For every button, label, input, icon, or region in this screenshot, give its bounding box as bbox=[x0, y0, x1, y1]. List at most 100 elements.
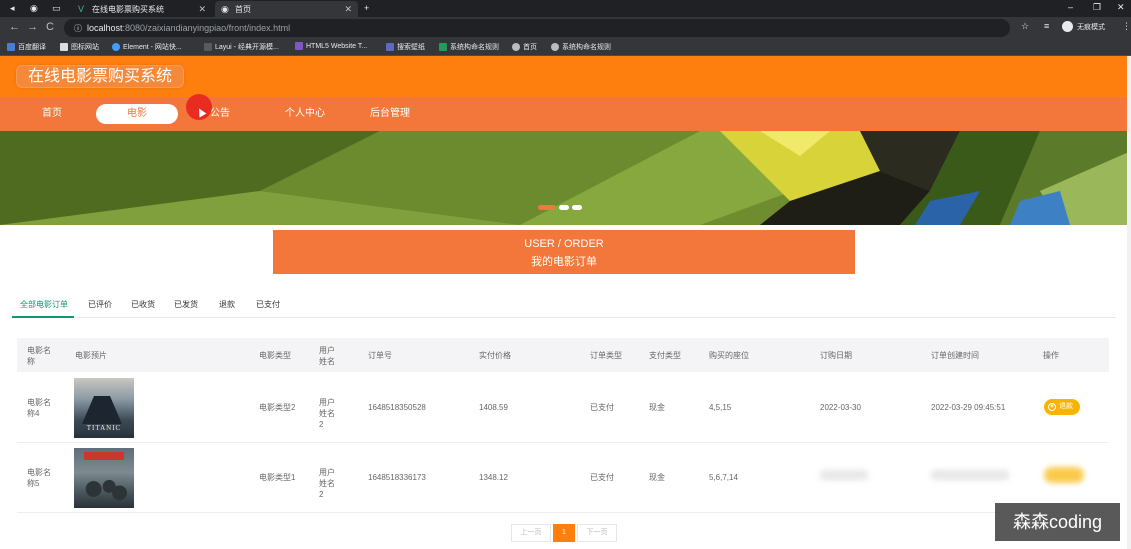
column-header: 实付价格 bbox=[479, 351, 511, 360]
cell-order-no: 1648518350528 bbox=[368, 403, 426, 412]
minimize-icon[interactable]: – bbox=[1068, 2, 1073, 12]
bookmark-item[interactable]: 搜索壁纸 bbox=[386, 42, 425, 52]
cell-user-name: 用户姓名2 bbox=[319, 468, 335, 499]
tab-list-icon[interactable]: ▭ bbox=[52, 3, 61, 14]
forward-icon[interactable]: → bbox=[27, 21, 38, 33]
column-header: 订单类型 bbox=[590, 351, 622, 360]
html5-logo-icon bbox=[295, 42, 303, 50]
star-icon[interactable]: ☆ bbox=[1021, 21, 1029, 32]
bookmark-label: 百度翻译 bbox=[18, 44, 46, 51]
flag-icon bbox=[60, 43, 68, 51]
nav-admin[interactable]: 后台管理 bbox=[362, 97, 418, 131]
column-header: 操作 bbox=[1043, 351, 1059, 360]
tab-paid[interactable]: 已支付 bbox=[256, 296, 280, 318]
cell-order-type: 已支付 bbox=[590, 403, 614, 412]
carousel-dot[interactable] bbox=[538, 205, 556, 210]
layui-logo-icon bbox=[204, 43, 212, 51]
address-bar-row: ← → C ⓘ localhost :8080/zaixiandianyingp… bbox=[0, 17, 1131, 39]
cell-pay-type: 现金 bbox=[649, 403, 665, 412]
bookmark-item[interactable]: 首页 bbox=[512, 42, 537, 52]
translate-icon bbox=[7, 43, 15, 51]
bookmark-item[interactable]: 系统构命名规则 bbox=[551, 42, 611, 52]
poster-title: TITANIC bbox=[86, 424, 122, 432]
reload-icon[interactable]: C bbox=[46, 21, 54, 33]
nav-movies[interactable]: 电影 bbox=[96, 104, 178, 124]
cell-pay-type: 现金 bbox=[649, 473, 665, 482]
tab-all-orders[interactable]: 全部电影订单 bbox=[12, 296, 74, 318]
page-number-button[interactable]: 1 bbox=[553, 524, 575, 542]
profile-label: 无痕模式 bbox=[1077, 23, 1105, 31]
cell-movie-name: 电影名称5 bbox=[27, 468, 51, 488]
bookmark-item[interactable]: Layui - 经典开源模... bbox=[204, 42, 279, 52]
bookmark-label: 图标网站 bbox=[71, 44, 99, 51]
banner-carousel[interactable] bbox=[0, 131, 1131, 225]
refund-button-label: 退款 bbox=[1059, 403, 1073, 410]
wallpaper-icon bbox=[386, 43, 394, 51]
column-header: 购买的座位 bbox=[709, 351, 749, 360]
bookmark-item[interactable]: 百度翻译 bbox=[7, 42, 46, 52]
next-page-button[interactable]: 下一页 bbox=[577, 524, 617, 542]
order-header-cn: 我的电影订单 bbox=[531, 256, 597, 268]
back-icon[interactable]: ← bbox=[9, 21, 20, 33]
table-header: 电影名称 电影预片 电影类型 用户姓名 订单号 实付价格 订单类型 支付类型 购… bbox=[17, 338, 1109, 372]
tab-reviewed[interactable]: 已评价 bbox=[88, 296, 112, 318]
reading-list-icon[interactable]: ≡ bbox=[1044, 21, 1049, 31]
column-header: 用户姓名 bbox=[319, 346, 335, 366]
cell-created-time-blurred bbox=[931, 470, 1009, 480]
tab-shipped[interactable]: 已发货 bbox=[174, 296, 198, 318]
site-title[interactable]: 在线电影票购买系统 bbox=[16, 65, 185, 88]
close-tab-icon[interactable]: ✕ bbox=[198, 4, 206, 15]
nav-home[interactable]: 首页 bbox=[30, 97, 74, 131]
main-nav: 首页 电影 公告 个人中心 后台管理 bbox=[0, 97, 1131, 131]
browser-tab-2[interactable]: ◉ 首页 ✕ bbox=[215, 1, 358, 17]
cell-created-time: 2022-03-29 09:45:51 bbox=[931, 403, 1006, 412]
site-header: 在线电影票购买系统 bbox=[0, 56, 1131, 97]
cell-movie-name: 电影名称4 bbox=[27, 398, 51, 418]
bookmark-item[interactable]: Element - 网站快... bbox=[112, 42, 182, 52]
nav-personal-center[interactable]: 个人中心 bbox=[278, 97, 332, 131]
tab-received[interactable]: 已收货 bbox=[131, 296, 155, 318]
browser-tab-title: 首页 bbox=[235, 4, 251, 14]
bookmark-label: HTML5 Website T... bbox=[306, 42, 368, 50]
refund-icon: ¥ bbox=[1048, 403, 1056, 411]
movie-poster[interactable] bbox=[74, 448, 134, 508]
cell-price: 1348.12 bbox=[479, 473, 508, 482]
refund-button[interactable]: ¥ 退款 bbox=[1044, 399, 1080, 415]
close-tab-icon[interactable]: ✕ bbox=[344, 4, 352, 15]
carousel-dot[interactable] bbox=[559, 205, 569, 210]
restore-icon[interactable]: ❐ bbox=[1093, 2, 1101, 13]
pagination: 上一页 1 下一页 bbox=[511, 524, 617, 542]
column-header: 订单创建时间 bbox=[931, 351, 979, 360]
back-history-icon[interactable]: ◂ bbox=[10, 3, 15, 14]
browser-tab-1[interactable]: V 在线电影票购买系统 ✕ bbox=[72, 1, 212, 17]
incognito-profile[interactable]: 无痕模式 bbox=[1062, 21, 1105, 32]
more-menu-icon[interactable]: ⋮ bbox=[1122, 21, 1131, 32]
bookmark-item[interactable]: HTML5 Website T... bbox=[295, 42, 367, 50]
page-scrollbar[interactable] bbox=[1127, 56, 1131, 549]
cell-price: 1408.59 bbox=[479, 403, 508, 412]
close-window-icon[interactable]: ✕ bbox=[1117, 2, 1125, 13]
bookmark-item[interactable]: 系统构命名规则 bbox=[439, 42, 499, 52]
url-input[interactable]: ⓘ localhost :8080/zaixiandianyingpiao/fr… bbox=[64, 19, 1010, 37]
cell-order-no: 1648518336173 bbox=[368, 473, 426, 482]
order-status-tabs: 全部电影订单 已评价 已收货 已发货 退款 已支付 bbox=[12, 296, 1116, 318]
incognito-icon bbox=[1062, 21, 1073, 32]
element-logo-icon bbox=[112, 43, 120, 51]
bookmark-item[interactable]: 图标网站 bbox=[60, 42, 99, 52]
carousel-dot[interactable] bbox=[572, 205, 582, 210]
refund-button-blurred[interactable] bbox=[1044, 467, 1084, 483]
url-host: localhost bbox=[87, 23, 123, 33]
bookmark-label: 首页 bbox=[523, 44, 537, 51]
prev-page-button[interactable]: 上一页 bbox=[511, 524, 551, 542]
new-tab-icon[interactable]: + bbox=[364, 3, 369, 13]
column-header: 电影类型 bbox=[259, 351, 291, 360]
table-row: 电影名称5 电影类型1 用户姓名2 1648518336173 1348.12 … bbox=[17, 443, 1109, 513]
cell-order-date-blurred bbox=[820, 470, 868, 480]
movie-poster[interactable]: TITANIC bbox=[74, 378, 134, 438]
cell-movie-type: 电影类型1 bbox=[259, 473, 296, 482]
poster-title-block bbox=[84, 452, 124, 460]
order-header-en: USER / ORDER bbox=[524, 238, 604, 250]
order-section-header: USER / ORDER 我的电影订单 bbox=[273, 230, 855, 274]
url-path: :8080/zaixiandianyingpiao/front/index.ht… bbox=[122, 23, 291, 33]
tab-refund[interactable]: 退款 bbox=[219, 296, 235, 318]
